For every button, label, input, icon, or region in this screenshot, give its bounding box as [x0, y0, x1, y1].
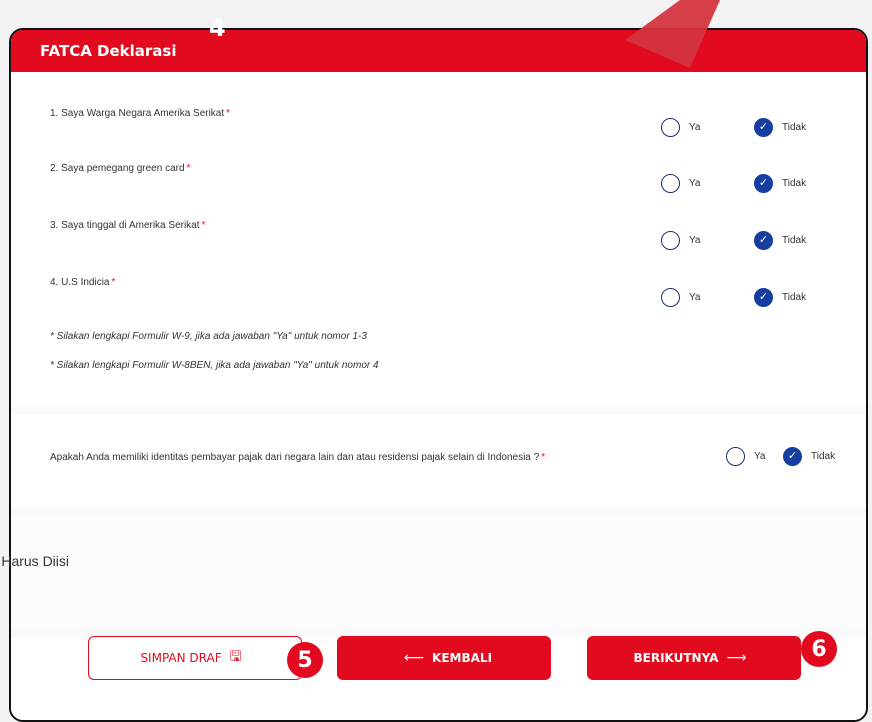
- note-w8ben: * Silakan lengkapi Formulir W-8BEN, jika…: [50, 360, 379, 371]
- radio-empty-icon: [661, 118, 680, 137]
- fatca-card: FATCA Deklarasi: [9, 28, 868, 722]
- radio-ya[interactable]: Ya: [726, 447, 766, 466]
- note-w9: * Silakan lengkapi Formulir W-9, jika ad…: [50, 331, 367, 342]
- question-label: 2. Saya pemegang green card *: [50, 163, 191, 174]
- radio-ya[interactable]: Ya: [661, 288, 701, 307]
- radio-empty-icon: [661, 174, 680, 193]
- card-title: FATCA Deklarasi: [40, 42, 177, 60]
- radio-tidak[interactable]: ✓ Tidak: [783, 447, 835, 466]
- pointer-arrow-icon: [625, 0, 720, 68]
- radio-checked-icon: ✓: [754, 174, 773, 193]
- arrow-left-icon: ⟵: [403, 650, 425, 666]
- question-label: 1. Saya Warga Negara Amerika Serikat *: [50, 108, 231, 119]
- radio-tidak[interactable]: ✓ Tidak: [754, 231, 806, 250]
- step-badge-5: 5: [287, 642, 323, 678]
- required-note: * Harus Diisi: [0, 553, 70, 569]
- fatca-questions-panel: [11, 72, 866, 404]
- next-button[interactable]: BERIKUTNYA ⟶: [587, 636, 801, 680]
- step-badge-6: 6: [801, 631, 837, 667]
- radio-empty-icon: [661, 288, 680, 307]
- required-note-clip: * Harus Diisi: [0, 553, 120, 573]
- radio-empty-icon: [726, 447, 745, 466]
- badge-4-tail-icon: [197, 38, 217, 48]
- back-button[interactable]: ⟵ KEMBALI: [337, 636, 551, 680]
- required-note-panel: [11, 516, 866, 628]
- radio-tidak[interactable]: ✓ Tidak: [754, 288, 806, 307]
- save-draft-label: SIMPAN DRAF: [140, 651, 222, 665]
- radio-checked-icon: ✓: [783, 447, 802, 466]
- radio-ya[interactable]: Ya: [661, 118, 701, 137]
- save-draft-button[interactable]: SIMPAN DRAF 🖫: [88, 636, 302, 680]
- question-label: 4. U.S Indicia *: [50, 277, 116, 288]
- radio-tidak[interactable]: ✓ Tidak: [754, 118, 806, 137]
- back-label: KEMBALI: [432, 651, 493, 665]
- radio-checked-icon: ✓: [754, 231, 773, 250]
- question-label: 3. Saya tinggal di Amerika Serikat *: [50, 220, 206, 231]
- next-label: BERIKUTNYA: [633, 651, 719, 665]
- radio-tidak[interactable]: ✓ Tidak: [754, 174, 806, 193]
- floppy-disk-icon: 🖫: [229, 649, 242, 665]
- radio-empty-icon: [661, 231, 680, 250]
- radio-ya[interactable]: Ya: [661, 174, 701, 193]
- radio-ya[interactable]: Ya: [661, 231, 701, 250]
- radio-checked-icon: ✓: [754, 118, 773, 137]
- radio-checked-icon: ✓: [754, 288, 773, 307]
- tax-question-label: Apakah Anda memiliki identitas pembayar …: [50, 452, 546, 463]
- card-header: FATCA Deklarasi: [11, 30, 866, 72]
- arrow-right-icon: ⟶: [726, 650, 747, 666]
